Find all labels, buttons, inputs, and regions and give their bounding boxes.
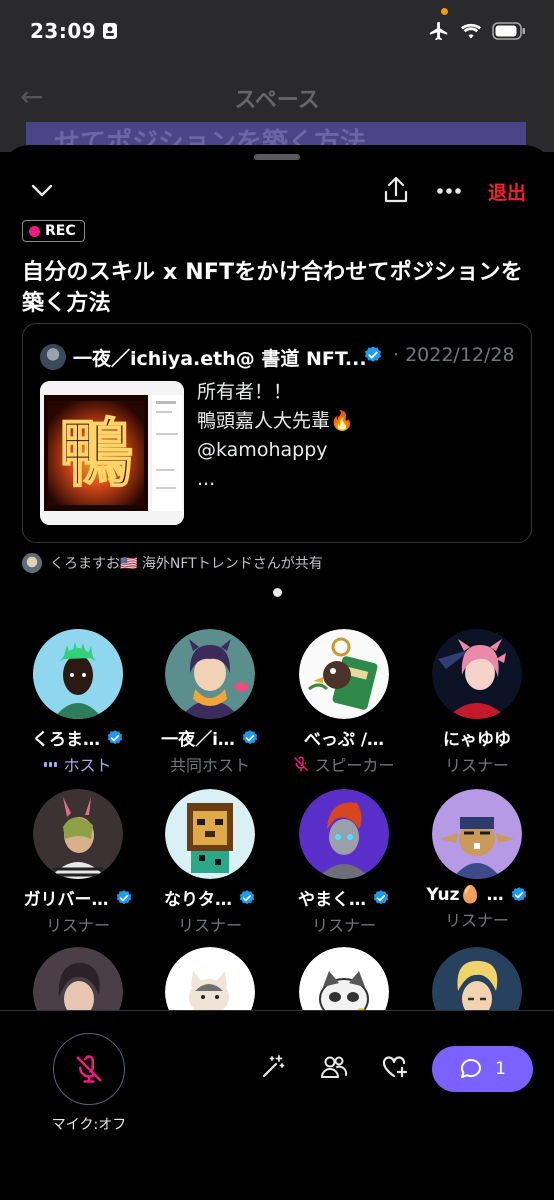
privacy-indicator-dot [441, 8, 448, 15]
bottom-bar: マイク:オフ 1 [0, 1010, 554, 1200]
participant-name: なりタ… [143, 885, 277, 910]
verified-badge-icon [242, 729, 258, 744]
verified-badge-icon [239, 889, 255, 904]
participant-name: 一夜／i… [143, 725, 277, 750]
participant[interactable]: Yuz🥚 … リスナー [410, 789, 544, 931]
participant-name: Yuz🥚 … [410, 885, 544, 905]
airplane-icon [429, 21, 448, 41]
participant-role: スピーカー [277, 752, 411, 776]
more-icon[interactable] [436, 187, 462, 195]
background-title: スペース [234, 88, 320, 113]
participant-name: くろま… [11, 725, 145, 750]
page-indicator-dot [273, 588, 282, 597]
tweet-line[interactable]: @kamohappy [197, 436, 354, 465]
tweet-text: 所有者！！ 鴨頭嘉人大先輩🔥 @kamohappy ... [197, 378, 354, 494]
shared-by-row[interactable]: くろますお🇺🇸 海外NFTトレンドさんが共有 [22, 553, 323, 573]
status-bar: 23:09 [0, 0, 554, 62]
avatar [33, 789, 123, 879]
mic-muted-icon [294, 756, 309, 772]
wifi-icon [461, 23, 481, 39]
comment-count: 1 [495, 1059, 506, 1079]
share-icon[interactable] [382, 175, 410, 205]
verified-badge-icon [116, 889, 131, 904]
status-icons [428, 20, 526, 42]
avatar-image [165, 789, 255, 879]
participant-name: べっぷ /… [303, 730, 385, 750]
participant-name: ガリバー… [11, 885, 145, 910]
rec-badge: REC [22, 220, 85, 242]
participant[interactable]: ガリバー… リスナー [11, 789, 145, 936]
sheet-grabber[interactable] [254, 154, 300, 160]
verified-badge-icon [365, 346, 381, 362]
participant[interactable]: なりタ… リスナー [143, 789, 277, 936]
participant[interactable]: やまく… リスナー [277, 789, 411, 936]
participant[interactable]: くろま… ホスト [11, 629, 145, 776]
tweet-date: · 2022/12/28 [393, 344, 515, 366]
tweet-line: 鴨頭嘉人大先輩🔥 [197, 410, 354, 432]
chevron-down-icon[interactable] [28, 177, 56, 205]
avatar [33, 629, 123, 719]
recording-dot-icon [29, 225, 40, 237]
leave-button[interactable]: 退出 [488, 178, 526, 205]
comments-button[interactable]: 1 [432, 1046, 533, 1092]
avatar [165, 789, 255, 879]
participant-role: リスナー [444, 756, 509, 775]
participant-name: やまく… [277, 885, 411, 910]
avatar-image [299, 789, 389, 879]
calligraphy-nft-image: 鴨 [40, 381, 184, 525]
id-card-icon [103, 23, 118, 39]
avatar [299, 789, 389, 879]
people-icon[interactable] [320, 1054, 348, 1080]
participant-role: ホスト [11, 752, 145, 776]
participant[interactable]: べっぷ /… スピーカー [277, 629, 411, 776]
mic-label: マイク:オフ [51, 1117, 127, 1133]
participant-role: リスナー [177, 916, 242, 935]
status-time: 23:09 [30, 19, 118, 43]
mic-off-icon [76, 1055, 102, 1083]
comment-bubble-icon [461, 1059, 482, 1078]
avatar-image [299, 629, 389, 719]
verified-badge-icon [107, 729, 123, 744]
participant-role: 共同ホスト [169, 756, 250, 775]
avatar [299, 629, 389, 719]
avatar-image [165, 629, 255, 719]
pinned-tweet-card[interactable]: 一夜／ichiya.eth@ 書道 NFT... · 2022/12/28 鴨 … [22, 323, 532, 543]
battery-icon [492, 22, 525, 40]
tweet-author-name[interactable]: 一夜／ichiya.eth@ 書道 NFT... [73, 344, 367, 371]
tweet-image[interactable]: 鴨 [40, 381, 184, 525]
rec-label: REC [45, 223, 76, 239]
avatar-image [33, 789, 123, 879]
participant[interactable]: にゃゆゆ リスナー [410, 629, 544, 776]
tweet-line: 所有者！！ [197, 381, 293, 403]
shared-by-text: くろますお🇺🇸 海外NFTトレンドさんが共有 [50, 556, 323, 572]
participant-role: リスナー [444, 911, 509, 930]
avatar-image [432, 629, 522, 719]
avatar [165, 629, 255, 719]
avatar [432, 789, 522, 879]
avatar-image [432, 789, 522, 879]
tweet-author-avatar[interactable] [40, 344, 66, 370]
participant-role: リスナー [311, 916, 376, 935]
participant-name: にゃゆゆ [443, 730, 511, 750]
tweet-line: ... [197, 468, 216, 490]
svg-text:鴨: 鴨 [59, 411, 133, 497]
clock: 23:09 [30, 19, 97, 43]
verified-badge-icon [373, 889, 389, 904]
participant-role: リスナー [45, 916, 110, 935]
participant[interactable]: 一夜／i… 共同ホスト [143, 629, 277, 776]
avatar-image [33, 629, 123, 719]
sharer-avatar [22, 553, 42, 573]
mic-toggle-button[interactable] [53, 1033, 125, 1105]
heart-plus-icon[interactable] [381, 1054, 409, 1080]
verified-badge-icon [511, 887, 526, 902]
avatar [432, 629, 522, 719]
space-title: 自分のスキル x NFTをかけ合わせてポジションを築く方法 [22, 260, 523, 316]
speaking-bars-icon [44, 762, 58, 767]
magic-wand-icon[interactable] [260, 1054, 286, 1080]
sheet-toolbar: 退出 [0, 175, 554, 211]
